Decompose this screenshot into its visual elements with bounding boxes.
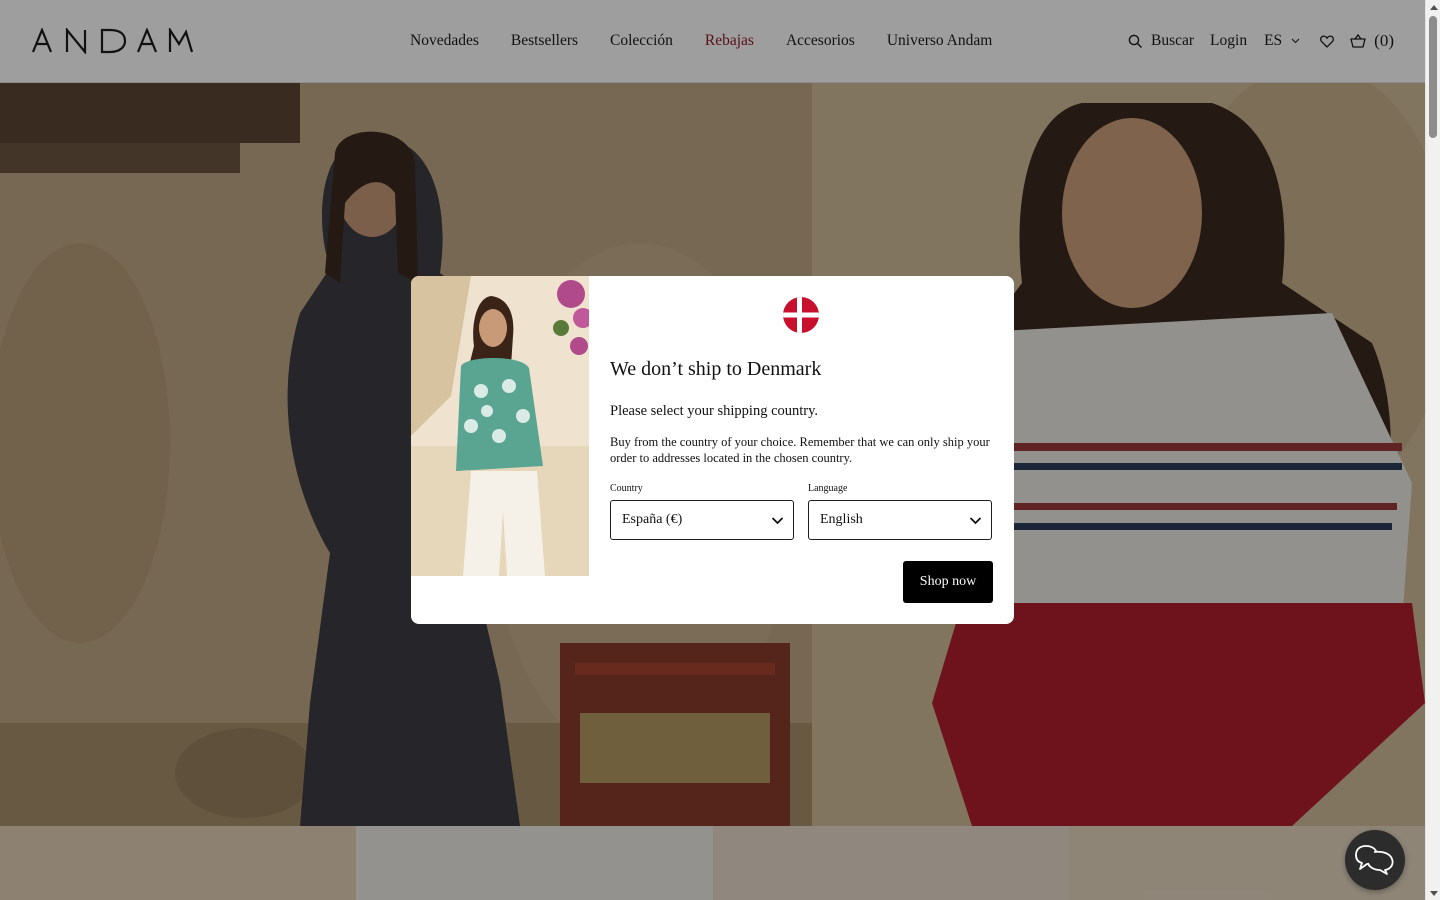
shop-now-button[interactable]: Shop now [903, 561, 993, 603]
chevron-down-icon [969, 517, 982, 525]
country-select[interactable]: España (€) [610, 500, 794, 540]
model-photo-image [411, 276, 589, 576]
modal-photo [411, 276, 589, 576]
country-label: Country [610, 483, 643, 494]
modal-lead: Please select your shipping country. [610, 403, 819, 419]
caret-up-icon [1429, 4, 1438, 10]
modal-content: We don’t ship to Denmark Please select y… [610, 276, 993, 624]
caret-down-icon [1429, 890, 1438, 896]
scrollbar-thumb[interactable] [1429, 16, 1437, 138]
denmark-flag-icon [783, 297, 819, 333]
shipping-country-modal: We don’t ship to Denmark Please select y… [411, 276, 1014, 624]
scroll-down-arrow[interactable] [1426, 886, 1440, 900]
language-select-value: English [820, 512, 863, 527]
chat-button[interactable] [1345, 830, 1405, 890]
language-label: Language [808, 483, 848, 494]
chat-bubble-icon [1355, 845, 1394, 875]
page-scrollbar[interactable] [1425, 0, 1440, 900]
modal-description: Buy from the country of your choice. Rem… [610, 435, 990, 465]
page: Novedades Bestsellers Colección Rebajas … [0, 0, 1425, 900]
scroll-up-arrow[interactable] [1426, 0, 1440, 14]
country-select-value: España (€) [622, 512, 683, 527]
language-select[interactable]: English [808, 500, 992, 540]
modal-title: We don’t ship to Denmark [610, 358, 822, 380]
chevron-down-icon [771, 517, 784, 525]
